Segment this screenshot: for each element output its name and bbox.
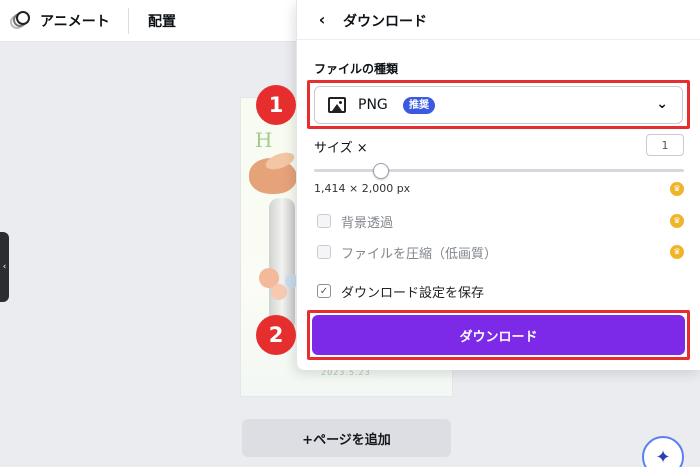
crown-icon: ♛ xyxy=(670,182,684,196)
crown-icon: ♛ xyxy=(670,245,684,259)
file-type-label: ファイルの種類 xyxy=(314,62,399,76)
highlight-box-file-type xyxy=(307,80,690,129)
save-settings-option[interactable]: ✓ ダウンロード設定を保存 xyxy=(317,282,485,301)
animate-label: アニメート xyxy=(40,14,110,30)
flower-illustration xyxy=(271,284,287,300)
step-badge-1: 1 xyxy=(256,85,296,125)
transparent-bg-option[interactable]: 背景透過 xyxy=(317,212,394,231)
option-label: ダウンロード設定を保存 xyxy=(341,285,485,301)
crown-icon: ♛ xyxy=(670,214,684,228)
compress-checkbox[interactable] xyxy=(317,245,331,259)
design-heading: H xyxy=(255,128,273,152)
dimensions-text: 1,414 × 2,000 px xyxy=(314,182,411,195)
save-settings-checkbox[interactable]: ✓ xyxy=(317,284,331,298)
transparent-bg-checkbox[interactable] xyxy=(317,214,331,228)
size-slider-track[interactable] xyxy=(314,169,684,172)
toolbar-divider xyxy=(128,8,129,34)
sparkle-icon: ✦ xyxy=(655,446,671,467)
step-badge-2: 2 xyxy=(256,315,296,355)
animate-icon xyxy=(10,11,32,31)
back-button[interactable]: ‹ xyxy=(311,8,333,30)
chevron-left-icon: ‹ xyxy=(2,262,7,272)
compress-option[interactable]: ファイルを圧縮（低画質） xyxy=(317,243,498,262)
add-page-button[interactable]: +ページを追加 xyxy=(242,419,451,457)
animate-button[interactable]: アニメート xyxy=(10,9,110,33)
panel-header: ‹ ダウンロード xyxy=(297,0,700,40)
vase-illustration xyxy=(269,198,295,333)
option-label: ファイルを圧縮（低画質） xyxy=(341,246,498,262)
side-panel-toggle[interactable]: ‹ xyxy=(0,232,9,302)
panel-title: ダウンロード xyxy=(343,14,427,30)
magic-assistant-button[interactable]: ✦ xyxy=(642,436,684,467)
highlight-box-download xyxy=(307,310,690,360)
size-slider-thumb[interactable] xyxy=(372,163,389,179)
option-label: 背景透過 xyxy=(341,215,394,231)
size-label: サイズ × xyxy=(314,141,368,156)
chevron-left-icon: ‹ xyxy=(318,9,326,29)
size-input[interactable]: 1 xyxy=(646,134,684,156)
position-button[interactable]: 配置 xyxy=(148,11,176,31)
